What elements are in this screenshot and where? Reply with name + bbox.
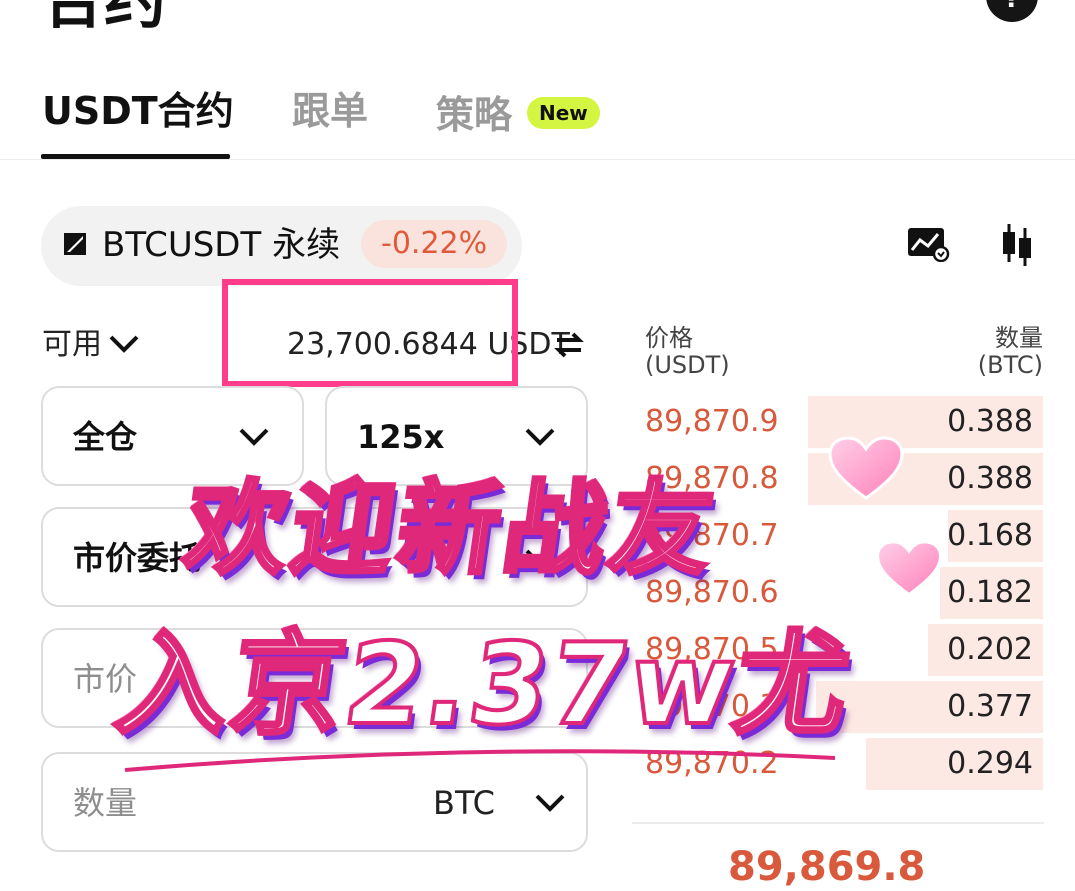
chevron-down-icon[interactable] [108, 333, 140, 355]
quantity-header-unit: (BTC) [977, 351, 1043, 379]
leverage-value: 125x [357, 418, 445, 456]
price-header-unit: (USDT) [645, 351, 730, 379]
swap-icon[interactable] [554, 330, 584, 360]
overlay-text-line1: 欢迎新战友 [176, 468, 727, 591]
price-header: 价格 [645, 324, 693, 352]
highlight-annotation-box [222, 279, 518, 387]
ask-quantity[interactable]: 0.294 [947, 746, 1033, 782]
candlestick-icon[interactable] [1000, 222, 1034, 268]
help-button[interactable]: ? [986, 0, 1038, 22]
ask-quantity[interactable]: 0.182 [947, 575, 1033, 611]
price-change-badge: -0.22% [361, 220, 508, 268]
ask-quantity[interactable]: 0.388 [947, 404, 1033, 440]
page-title: 合约 [42, 0, 167, 37]
ask-quantity[interactable]: 0.388 [947, 461, 1033, 497]
last-price[interactable]: 89,869.8 [728, 843, 925, 891]
tab-strategy[interactable]: 策略 [436, 92, 512, 138]
square-triangle-icon [64, 233, 86, 255]
available-label[interactable]: 可用 [42, 327, 102, 363]
quantity-header: 数量 [995, 324, 1043, 352]
tabs-divider [0, 159, 1075, 160]
tab-copy-trading[interactable]: 跟单 [292, 88, 368, 134]
margin-mode-value: 全仓 [73, 418, 138, 456]
ask-quantity[interactable]: 0.377 [947, 689, 1033, 725]
quantity-unit[interactable]: BTC [433, 783, 495, 823]
overlay-text-line2: 入京2.37w尤 [107, 618, 861, 752]
ask-quantity[interactable]: 0.202 [947, 632, 1033, 668]
heart-sticker-icon [876, 540, 942, 596]
chevron-down-icon [525, 428, 555, 446]
tab-usdt-futures[interactable]: USDT合约 [42, 88, 234, 134]
chevron-down-icon [239, 428, 269, 446]
new-badge: New [527, 97, 600, 129]
quantity-placeholder: 数量 [73, 784, 138, 822]
chevron-down-icon[interactable] [534, 792, 566, 814]
symbol-name: BTCUSDT 永续 [102, 225, 341, 265]
orderbook-divider [632, 822, 1044, 824]
heart-sticker-icon [828, 436, 904, 500]
chart-icon[interactable] [906, 226, 950, 262]
ask-quantity[interactable]: 0.168 [947, 518, 1033, 554]
ask-price[interactable]: 89,870.9 [645, 404, 779, 440]
